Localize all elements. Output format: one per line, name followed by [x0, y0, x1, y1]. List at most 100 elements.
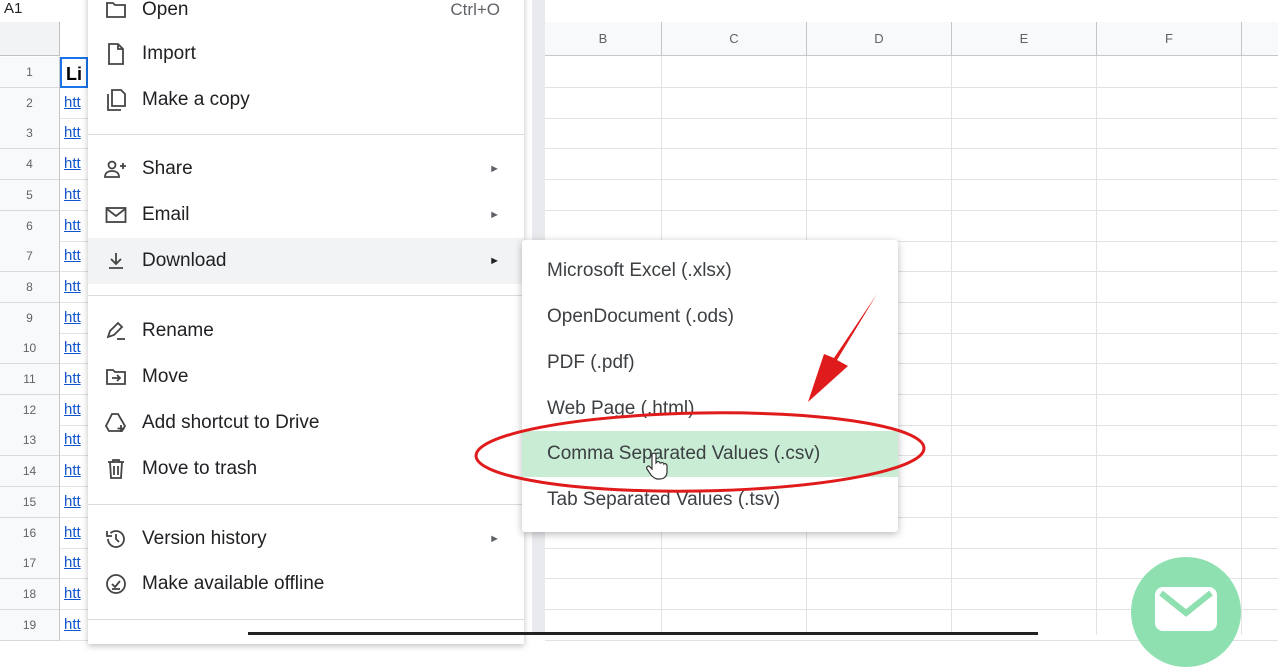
- folder-icon: [104, 0, 128, 22]
- cell-a1[interactable]: Li: [60, 57, 88, 88]
- cell-link[interactable]: htt: [60, 395, 88, 426]
- column-header-g[interactable]: [1242, 22, 1278, 56]
- row-header[interactable]: 15: [0, 487, 60, 518]
- grid-line: [545, 179, 1278, 180]
- cell-link[interactable]: htt: [60, 211, 88, 242]
- menu-item-share[interactable]: Share ►: [88, 146, 524, 192]
- submenu-arrow-icon: ►: [489, 533, 500, 545]
- trash-icon: [104, 457, 128, 481]
- mail-icon: [104, 203, 128, 227]
- menu-item-label: Make a copy: [142, 89, 250, 110]
- menu-separator: [88, 504, 524, 505]
- mail-fab-button[interactable]: [1131, 557, 1241, 667]
- cell-link[interactable]: htt: [60, 272, 88, 303]
- submenu-arrow-icon: ►: [489, 209, 500, 221]
- cell-link[interactable]: htt: [60, 241, 88, 272]
- file-icon: [104, 42, 128, 66]
- menu-item-import[interactable]: Import: [88, 31, 524, 77]
- row-header[interactable]: 2: [0, 88, 60, 119]
- cell-link[interactable]: htt: [60, 364, 88, 395]
- row-header[interactable]: 4: [0, 149, 60, 180]
- row-header[interactable]: 11: [0, 364, 60, 395]
- row-header[interactable]: 16: [0, 518, 60, 549]
- grid-line: [545, 548, 1278, 549]
- row-header[interactable]: 17: [0, 548, 60, 579]
- grid-line: [545, 210, 1278, 211]
- row-header[interactable]: 6: [0, 211, 60, 242]
- column-header-d[interactable]: D: [807, 22, 952, 56]
- cell-link[interactable]: htt: [60, 548, 88, 579]
- menu-separator: [88, 619, 524, 620]
- menu-item-label: Make available offline: [142, 573, 325, 594]
- row-header[interactable]: 7: [0, 241, 60, 272]
- row-header[interactable]: 19: [0, 610, 60, 641]
- menu-item-label: Rename: [142, 320, 214, 341]
- column-header-f[interactable]: F: [1097, 22, 1242, 56]
- submenu-item-ods[interactable]: OpenDocument (.ods): [522, 294, 898, 340]
- column-header-c[interactable]: C: [662, 22, 807, 56]
- cell-link[interactable]: htt: [60, 579, 88, 610]
- cell-link[interactable]: htt: [60, 149, 88, 180]
- name-box[interactable]: A1: [0, 0, 64, 22]
- menu-item-version-history[interactable]: Version history ►: [88, 516, 524, 562]
- cell-link[interactable]: htt: [60, 425, 88, 456]
- cell-link[interactable]: htt: [60, 487, 88, 518]
- submenu-item-tsv[interactable]: Tab Separated Values (.tsv): [522, 477, 898, 523]
- column-header-b[interactable]: B: [545, 22, 662, 56]
- row-header[interactable]: 13: [0, 425, 60, 456]
- cell-link[interactable]: htt: [60, 333, 88, 364]
- download-submenu: Microsoft Excel (.xlsx) OpenDocument (.o…: [522, 240, 898, 532]
- menu-item-move[interactable]: Move: [88, 354, 524, 400]
- menu-item-label: Move: [142, 366, 189, 387]
- row-header[interactable]: 12: [0, 395, 60, 426]
- offline-check-icon: [104, 572, 128, 596]
- row-header[interactable]: 5: [0, 180, 60, 211]
- menu-item-label: Share: [142, 158, 193, 179]
- grid-line: [545, 118, 1278, 119]
- cell-link[interactable]: htt: [60, 518, 88, 549]
- menu-item-make-a-copy[interactable]: Make a copy: [88, 77, 524, 123]
- cell-link[interactable]: htt: [60, 180, 88, 211]
- menu-item-label: Add shortcut to Drive: [142, 412, 320, 433]
- menu-item-download[interactable]: Download ►: [88, 238, 524, 284]
- menu-item-label: Download: [142, 250, 227, 271]
- cell-link[interactable]: htt: [60, 456, 88, 487]
- drive-shortcut-icon: [104, 411, 128, 435]
- submenu-arrow-icon: ►: [489, 255, 500, 267]
- menu-item-label: Open: [142, 0, 189, 20]
- menu-item-email[interactable]: Email ►: [88, 192, 524, 238]
- row-header[interactable]: 14: [0, 456, 60, 487]
- select-all-corner[interactable]: [0, 22, 60, 56]
- submenu-item-html[interactable]: Web Page (.html): [522, 386, 898, 432]
- menu-item-add-shortcut[interactable]: Add shortcut to Drive: [88, 400, 524, 446]
- cell-link[interactable]: htt: [60, 88, 88, 119]
- menu-separator: [88, 295, 524, 296]
- row-header[interactable]: 3: [0, 118, 60, 149]
- cell-link[interactable]: htt: [60, 610, 88, 641]
- menu-item-label: Version history: [142, 528, 267, 549]
- menu-item-label: Email: [142, 204, 190, 225]
- menu-item-rename[interactable]: Rename: [88, 308, 524, 354]
- row-header[interactable]: 18: [0, 579, 60, 610]
- column-header-e[interactable]: E: [952, 22, 1097, 56]
- menu-item-make-available-offline[interactable]: Make available offline: [88, 561, 524, 607]
- row-header[interactable]: 8: [0, 272, 60, 303]
- copy-icon: [104, 88, 128, 112]
- submenu-item-pdf[interactable]: PDF (.pdf): [522, 340, 898, 386]
- row-header[interactable]: 9: [0, 303, 60, 334]
- cell-link[interactable]: htt: [60, 303, 88, 334]
- row-header[interactable]: 10: [0, 333, 60, 364]
- mail-fab-icon: [1155, 587, 1217, 631]
- grid-line: [545, 87, 1278, 88]
- shortcut-text: Ctrl+O: [450, 0, 500, 19]
- history-icon: [104, 527, 128, 551]
- row-header[interactable]: 1: [0, 57, 60, 88]
- menu-item-open[interactable]: Open Ctrl+O: [88, 0, 524, 33]
- cell-link[interactable]: htt: [60, 118, 88, 149]
- download-icon: [104, 249, 128, 273]
- rename-pencil-icon: [104, 319, 128, 343]
- submenu-item-xlsx[interactable]: Microsoft Excel (.xlsx): [522, 248, 898, 294]
- menu-item-move-to-trash[interactable]: Move to trash: [88, 446, 524, 492]
- submenu-item-csv[interactable]: Comma Separated Values (.csv): [522, 431, 898, 477]
- menu-item-label: Import: [142, 43, 196, 64]
